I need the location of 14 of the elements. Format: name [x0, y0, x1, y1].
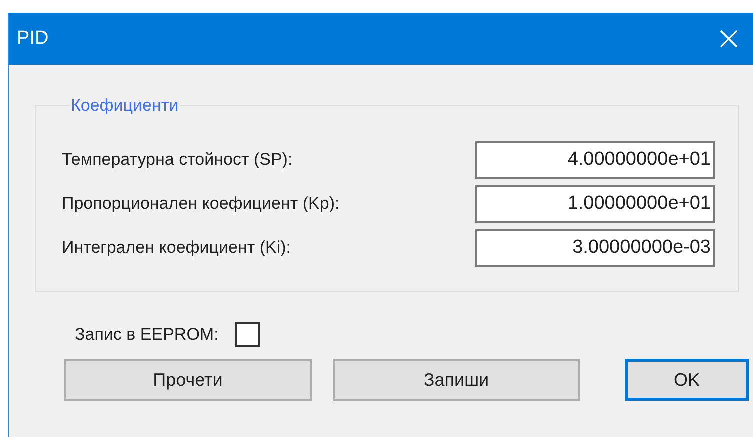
number-field[interactable]: 3.00000000e-03	[475, 229, 715, 267]
number-field[interactable]: 1.00000000e+01	[475, 185, 715, 223]
close-icon[interactable]	[719, 29, 739, 49]
window-title: PID	[17, 26, 49, 51]
dialog-button[interactable]: Прочети	[64, 359, 312, 401]
number-field[interactable]: 4.00000000e+01	[475, 141, 715, 179]
field-label: Температурна стойност (SP):	[62, 149, 293, 172]
dialog-button[interactable]: Запиши	[333, 359, 580, 401]
dialog-button[interactable]: OK	[625, 359, 749, 401]
eeprom-checkbox[interactable]	[234, 322, 260, 347]
eeprom-label: Запис в EEPROM:	[75, 324, 219, 346]
field-label: Интегрален коефициент (Ki):	[62, 237, 292, 260]
field-label: Пропорционален коефициент (Kp):	[62, 193, 340, 216]
group-title: Коефициенти	[70, 95, 180, 117]
